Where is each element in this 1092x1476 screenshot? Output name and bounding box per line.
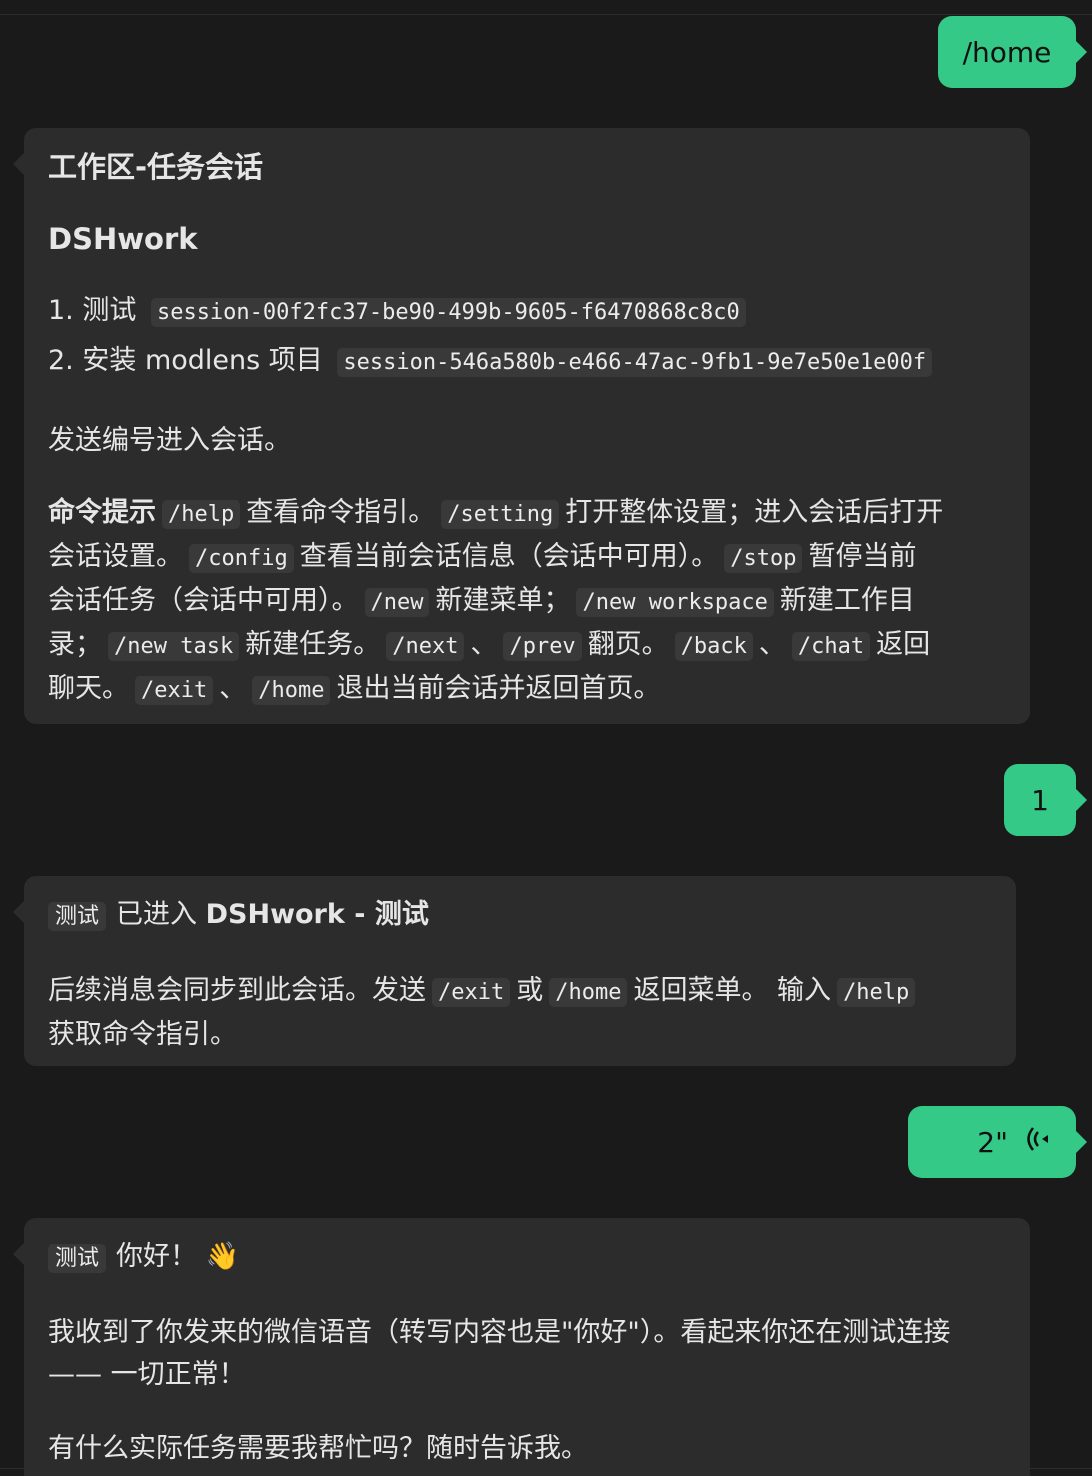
command-new-task: /new task (108, 632, 240, 661)
command-back: /back (674, 632, 753, 661)
session-list: 1. 测试 session-00f2fc37-be90-499b-9605-f6… (48, 290, 1006, 390)
command-stop: /stop (724, 544, 803, 573)
command-hint-label: 命令提示 (48, 497, 156, 528)
command-config: /config (189, 544, 294, 573)
session-item[interactable]: 2. 安装 modlens 项目 session-546a580b-e466-4… (48, 340, 1006, 390)
session-tag: 测试 (48, 1244, 107, 1273)
session-title: DSHwork - 测试 (205, 899, 429, 930)
user-message-bubble[interactable]: 1 (1004, 764, 1087, 836)
bottom-divider (0, 1468, 1092, 1469)
command-exit: /exit (432, 978, 511, 1007)
command-hints: 命令提示/help 查看命令指引。/setting 打开整体设置；进入会话后打开 会… (48, 497, 944, 705)
bot-message-bubble: 测试 你好！ 👋 我收到了你发来的微信语音（转写内容也是"你好"）。看起来你还在测… (13, 1218, 1030, 1476)
session-tag: 测试 (48, 902, 107, 931)
session-id: session-546a580b-e466-47ac-9fb1-9e7e50e1… (337, 348, 933, 377)
instruction-text: 发送编号进入会话。 (48, 425, 291, 456)
user-message-text: 1 (1031, 783, 1049, 817)
user-message-text: /home (962, 35, 1052, 69)
command-exit: /exit (135, 676, 214, 705)
waving-hand-icon: 👋 (205, 1241, 240, 1272)
command-new: /new (364, 588, 430, 617)
session-id: session-00f2fc37-be90-499b-9605-f6470868… (150, 298, 746, 327)
command-next: /next (386, 632, 465, 661)
bot-message-bubble: 工作区-任务会话 DSHwork 1. 测试 session-00f2fc37-… (13, 128, 1030, 724)
command-setting: /setting (441, 500, 560, 529)
voice-duration: 2" (977, 1125, 1008, 1159)
message-title: 工作区-任务会话 (48, 150, 264, 184)
voice-wave-icon (1024, 1124, 1052, 1161)
user-voice-message[interactable]: 2" (908, 1106, 1087, 1178)
command-new-workspace: /new workspace (576, 588, 774, 617)
workspace-name: DSHwork (48, 222, 198, 256)
command-home: /home (252, 676, 331, 705)
user-message-bubble[interactable]: /home (938, 16, 1087, 88)
command-prev: /prev (503, 632, 582, 661)
session-item[interactable]: 1. 测试 session-00f2fc37-be90-499b-9605-f6… (48, 290, 1006, 340)
command-chat: /chat (791, 632, 871, 661)
command-help: /help (837, 978, 916, 1007)
command-home: /home (549, 978, 628, 1007)
top-divider (0, 14, 1092, 15)
command-help: /help (162, 500, 241, 529)
bot-message-bubble: 测试 已进入 DSHwork - 测试 后续消息会同步到此会话。发送/exit 或 /… (13, 876, 1016, 1066)
